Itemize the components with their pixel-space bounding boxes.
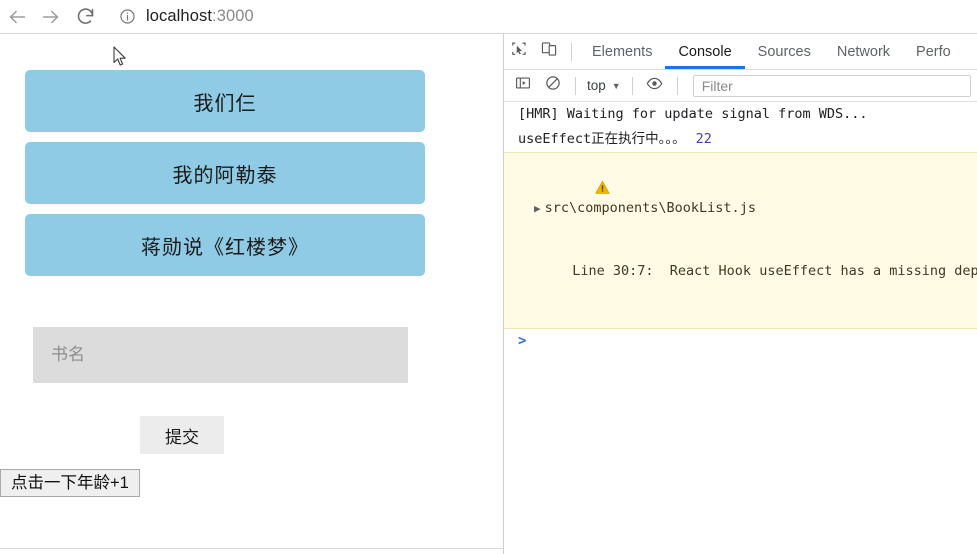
device-toolbar-button[interactable] xyxy=(534,35,564,69)
tab-label: Sources xyxy=(757,43,811,60)
forward-button[interactable] xyxy=(34,0,68,34)
console-message-text: useEffect正在执行中。。。 xyxy=(518,131,686,147)
console-message-text: [HMR] Waiting for update signal from WDS… xyxy=(518,106,868,122)
submit-button[interactable]: 提交 xyxy=(140,416,224,454)
book-list: 我们仨 我的阿勒泰 蒋勋说《红楼梦》 xyxy=(25,70,425,286)
mouse-cursor-icon xyxy=(113,46,129,68)
reload-icon xyxy=(75,6,96,27)
book-card[interactable]: 蒋勋说《红楼梦》 xyxy=(25,214,425,276)
clear-console-icon xyxy=(545,75,561,96)
console-sidebar-icon xyxy=(515,75,531,96)
console-message: useEffect正在执行中。。。 22 xyxy=(504,127,977,152)
arrow-right-icon xyxy=(40,6,62,28)
book-card[interactable]: 我们仨 xyxy=(25,70,425,132)
book-title: 我的阿勒泰 xyxy=(172,164,278,187)
live-expression-button[interactable] xyxy=(640,69,670,103)
book-title: 我们仨 xyxy=(193,92,257,115)
console-toolbar-divider-2 xyxy=(631,76,633,95)
console-filter-input[interactable] xyxy=(692,74,971,97)
page-viewport: 我们仨 我的阿勒泰 蒋勋说《红楼梦》 提交 点击一下年龄+1 xyxy=(0,34,503,554)
toolbar-divider xyxy=(571,42,572,61)
tab-sources[interactable]: Sources xyxy=(745,34,824,69)
inspect-element-button[interactable] xyxy=(504,35,534,69)
tab-label: Console xyxy=(678,43,732,60)
console-warning-source-line: ▶ src\components\BookList.js xyxy=(534,198,977,219)
console-input-prompt[interactable]: > xyxy=(504,329,977,349)
add-book-form: 提交 xyxy=(33,327,433,454)
tab-performance[interactable]: Perfo xyxy=(903,34,964,69)
console-toolbar-divider-3 xyxy=(676,76,678,95)
book-card[interactable]: 我的阿勒泰 xyxy=(25,142,425,204)
console-warning-message[interactable]: ▶ src\components\BookList.js Line 30:7: R… xyxy=(504,152,977,329)
device-toolbar-icon xyxy=(541,41,557,62)
console-log[interactable]: [HMR] Waiting for update signal from WDS… xyxy=(504,102,977,553)
age-increment-button[interactable]: 点击一下年龄+1 xyxy=(0,469,140,497)
react-app-root: 我们仨 我的阿勒泰 蒋勋说《红楼梦》 提交 点击一下年龄+1 xyxy=(0,34,503,554)
tab-label: Elements xyxy=(592,43,653,60)
execution-context-selector[interactable]: top ▼ xyxy=(583,78,625,93)
browser-toolbar: localhost:3000 xyxy=(0,0,977,34)
info-circle-icon[interactable] xyxy=(116,6,138,28)
console-toolbar-divider xyxy=(575,76,576,95)
console-sidebar-button[interactable] xyxy=(508,69,538,103)
console-warning-source: src\components\BookList.js xyxy=(544,200,756,216)
tab-console[interactable]: Console xyxy=(665,34,744,69)
inspect-element-icon xyxy=(511,41,527,62)
console-warning-body: ▶ src\components\BookList.js Line 30:7: R… xyxy=(534,156,977,324)
back-button[interactable] xyxy=(0,0,34,34)
devtools-panel: Elements Console Sources Network Perfo t… xyxy=(503,34,977,554)
prompt-caret-icon: > xyxy=(518,333,527,349)
chevron-down-icon: ▼ xyxy=(611,80,621,91)
console-message: [HMR] Waiting for update signal from WDS… xyxy=(504,102,977,127)
tab-label: Perfo xyxy=(916,43,951,60)
arrow-left-icon xyxy=(6,6,28,28)
tab-network[interactable]: Network xyxy=(824,34,903,69)
address-bar[interactable]: localhost:3000 xyxy=(116,0,254,34)
console-message-value: 22 xyxy=(695,131,712,147)
page-divider xyxy=(0,548,503,549)
url-text: localhost:3000 xyxy=(146,7,254,25)
context-label: top xyxy=(587,78,606,93)
devtools-tabbar: Elements Console Sources Network Perfo xyxy=(504,34,977,70)
warning-triangle-icon xyxy=(514,159,610,194)
tab-elements[interactable]: Elements xyxy=(579,34,665,69)
clear-console-button[interactable] xyxy=(538,69,568,103)
expand-arrow-icon[interactable]: ▶ xyxy=(534,202,541,215)
console-toolbar: top ▼ xyxy=(504,70,977,102)
console-warning-detail: Line 30:7: React Hook useEffect has a mi… xyxy=(556,263,977,279)
tab-label: Network xyxy=(836,43,891,60)
book-name-input[interactable] xyxy=(33,327,408,383)
book-title: 蒋勋说《红楼梦》 xyxy=(141,236,309,259)
browser-window: localhost:3000 我们仨 我的阿勒泰 蒋勋说《红楼梦》 提交 点击一… xyxy=(0,0,977,554)
live-expression-eye-icon xyxy=(646,75,663,97)
reload-button[interactable] xyxy=(68,0,102,34)
